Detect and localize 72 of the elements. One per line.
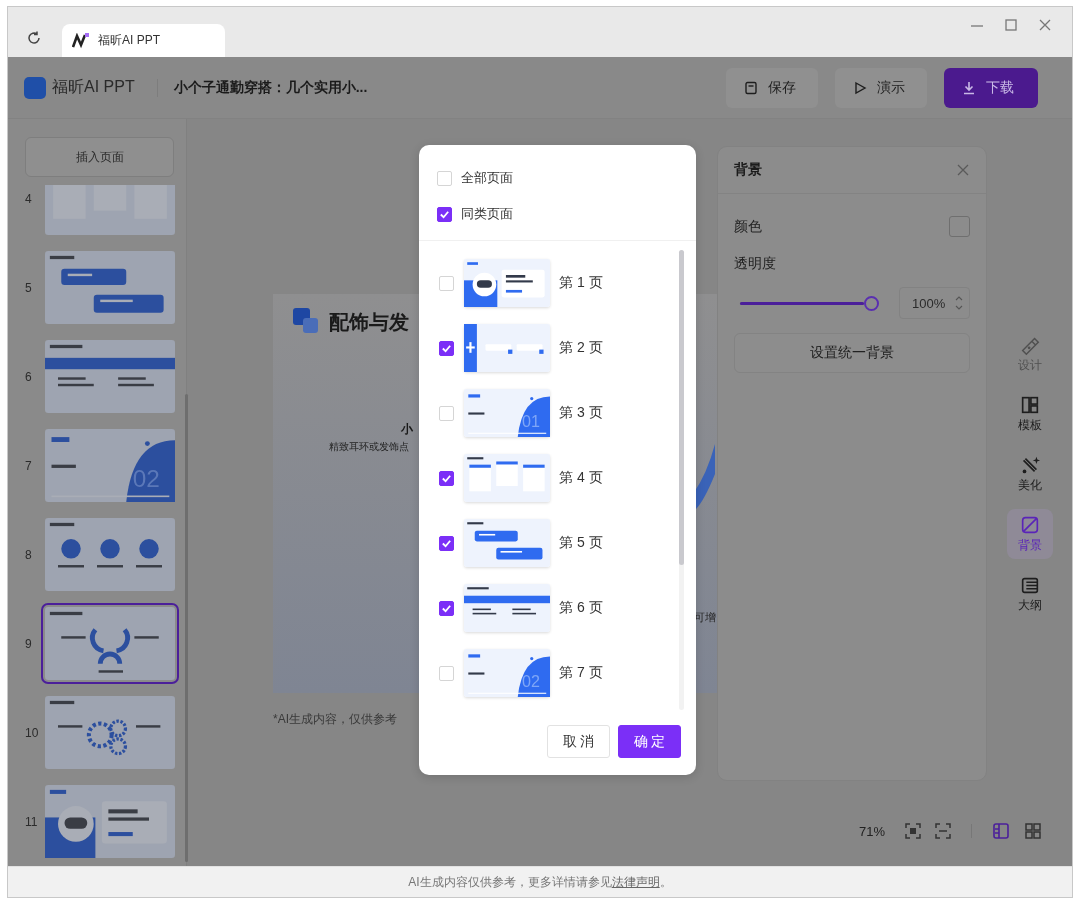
spinner-icon[interactable] bbox=[955, 294, 963, 312]
checkmark-icon bbox=[441, 602, 452, 614]
save-icon bbox=[744, 80, 758, 95]
slide-number: 11 bbox=[24, 814, 39, 829]
checkbox[interactable] bbox=[439, 535, 454, 551]
scrollbar[interactable] bbox=[679, 250, 684, 710]
checkbox[interactable] bbox=[439, 340, 454, 356]
maximize-icon[interactable] bbox=[1004, 18, 1018, 32]
rail-tab[interactable]: 大纲 bbox=[1006, 569, 1053, 619]
slide-number: 5 bbox=[24, 280, 33, 295]
checkmark-icon bbox=[441, 537, 452, 549]
slide-number: 6 bbox=[24, 369, 33, 384]
download-button[interactable]: 下载 bbox=[944, 67, 1038, 108]
checkbox[interactable] bbox=[439, 470, 454, 486]
slide-subtitle: 小 bbox=[401, 421, 413, 438]
footer-notice: AI生成内容仅供参考，更多详情请参见法律声明。 bbox=[408, 873, 672, 891]
rail-tab[interactable]: 模板 bbox=[1006, 389, 1053, 439]
color-swatch[interactable] bbox=[949, 216, 970, 237]
checkbox-label[interactable]: 同类页面 bbox=[461, 205, 513, 223]
checkmark-icon bbox=[441, 472, 452, 484]
section-number: 02 bbox=[522, 672, 540, 691]
fit-screen-icon[interactable] bbox=[905, 823, 921, 839]
squares-icon bbox=[293, 308, 319, 334]
section-number: 01 bbox=[522, 412, 540, 431]
insert-page-button[interactable]: 插入页面 bbox=[25, 137, 174, 177]
confirm-button[interactable]: 确 定 bbox=[618, 725, 681, 758]
panel-title: 背景 bbox=[734, 161, 762, 179]
close-icon[interactable] bbox=[1038, 18, 1052, 32]
slide-number: 8 bbox=[24, 547, 33, 562]
apply-background-button[interactable]: 设置统一背景 bbox=[734, 333, 970, 373]
legal-link[interactable]: 法律声明 bbox=[611, 874, 660, 889]
app-name: 福昕AI PPT bbox=[52, 77, 135, 97]
checkbox-label[interactable]: 全部页面 bbox=[461, 169, 513, 187]
page-label[interactable]: 第 2 页 bbox=[559, 339, 603, 357]
page-label[interactable]: 第 5 页 bbox=[559, 534, 603, 552]
slide-number: 9 bbox=[24, 636, 33, 651]
slider-thumb[interactable] bbox=[864, 295, 879, 311]
slide-number: 10 bbox=[24, 725, 40, 740]
page-label[interactable]: 第 6 页 bbox=[559, 599, 603, 617]
checkbox[interactable] bbox=[437, 206, 452, 222]
play-icon bbox=[853, 80, 867, 95]
close-icon[interactable] bbox=[956, 163, 970, 177]
app-logo-icon bbox=[72, 32, 90, 49]
document-title: 小个子通勤穿搭：几个实用小... bbox=[173, 78, 368, 97]
refresh-icon[interactable] bbox=[26, 30, 42, 46]
play-button[interactable]: 演示 bbox=[835, 67, 927, 108]
slide-number: 4 bbox=[24, 191, 33, 206]
rail-tab[interactable]: 美化 bbox=[1006, 449, 1053, 499]
slide-caption: 精致耳环或发饰点 bbox=[329, 440, 409, 454]
app-logo-icon bbox=[24, 76, 46, 99]
page-label[interactable]: 第 4 页 bbox=[559, 469, 603, 487]
checkmark-icon bbox=[439, 208, 450, 220]
color-label: 颜色 bbox=[734, 217, 762, 236]
checkbox[interactable] bbox=[439, 600, 454, 616]
browser-tab[interactable]: 福昕AI PPT bbox=[62, 24, 225, 57]
slide-title: 配饰与发 bbox=[329, 310, 409, 335]
opacity-label: 透明度 bbox=[733, 255, 777, 273]
split-view-icon[interactable] bbox=[992, 822, 1010, 840]
cancel-button[interactable]: 取 消 bbox=[547, 725, 610, 758]
slide-text: 可增 bbox=[694, 610, 716, 625]
checkmark-icon bbox=[441, 342, 452, 354]
zoom-level: 71% bbox=[858, 823, 885, 839]
slide-number: 7 bbox=[24, 458, 33, 473]
page-label[interactable]: 第 1 页 bbox=[559, 274, 603, 292]
grid-view-icon[interactable] bbox=[1024, 822, 1042, 840]
download-icon bbox=[962, 80, 976, 95]
page-label[interactable]: 第 7 页 bbox=[559, 664, 603, 682]
ai-disclaimer: *AI生成内容，仅供参考 bbox=[273, 711, 398, 728]
fullscreen-icon[interactable] bbox=[935, 823, 951, 839]
save-button[interactable]: 保存 bbox=[726, 67, 818, 108]
opacity-field[interactable]: 100% bbox=[899, 287, 970, 319]
page-label[interactable]: 第 3 页 bbox=[559, 404, 603, 422]
